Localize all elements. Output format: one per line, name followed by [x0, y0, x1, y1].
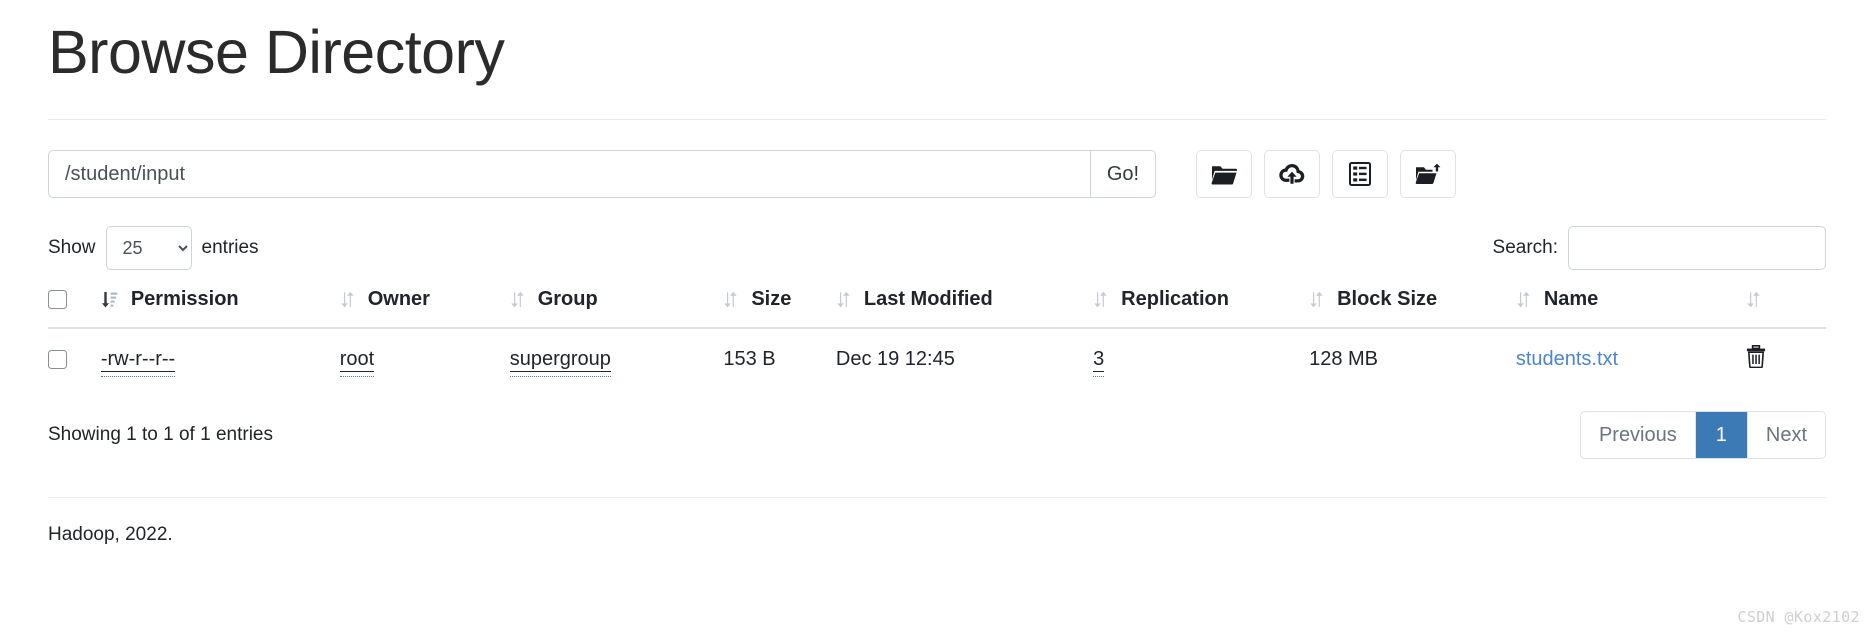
page-length-select[interactable]: 25 [105, 226, 192, 270]
sort-amount-down-icon [101, 292, 118, 308]
file-link[interactable]: students.txt [1516, 348, 1618, 370]
watermark: CSDN @Kox2102 [1737, 608, 1860, 626]
permission-value[interactable]: -rw-r--r-- [100, 348, 176, 372]
page-length-control: Show 25 entries [48, 226, 259, 270]
table-footer: Showing 1 to 1 of 1 entries Previous 1 N… [48, 411, 1826, 459]
open-folder-button[interactable] [1196, 150, 1252, 198]
cell-last-modified: Dec 19 12:45 [835, 348, 955, 370]
th-label-last-modified: Last Modified [863, 288, 993, 310]
th-permission[interactable]: Permission [100, 288, 340, 329]
select-all-checkbox[interactable] [48, 290, 67, 310]
group-value[interactable]: supergroup [509, 348, 611, 372]
entries-label: entries [201, 237, 259, 258]
row-checkbox[interactable] [48, 350, 67, 370]
upload-button[interactable] [1264, 150, 1320, 198]
go-button[interactable]: Go! [1090, 150, 1156, 198]
sort-icon [510, 291, 524, 308]
toolbar [1196, 150, 1456, 198]
header-divider [48, 119, 1826, 120]
cell-permission: -rw-r--r-- [100, 328, 340, 393]
show-label: Show [48, 237, 96, 258]
sort-icon [340, 291, 354, 308]
pagination-page-1[interactable]: 1 [1695, 412, 1748, 458]
sort-icon [1310, 291, 1323, 308]
th-actions[interactable] [1745, 288, 1826, 329]
th-label-replication: Replication [1121, 288, 1229, 310]
search-label: Search: [1492, 237, 1558, 258]
page-title: Browse Directory [48, 18, 505, 86]
table-row: -rw-r--r-- root supergroup 153 B Dec 19 … [48, 328, 1826, 393]
th-label-name: Name [1543, 288, 1599, 310]
sort-icon [724, 291, 738, 308]
path-input-group: Go! [48, 150, 1156, 198]
pagination: Previous 1 Next [1579, 411, 1826, 459]
cell-select [48, 328, 101, 393]
browse-directory-page: Browse Directory Go! [0, 0, 1874, 632]
cell-name: students.txt [1516, 328, 1746, 393]
new-folder-icon [1415, 163, 1441, 186]
th-group[interactable]: Group [509, 288, 724, 329]
th-label-group: Group [537, 288, 598, 310]
cloud-upload-icon [1279, 162, 1305, 186]
path-bar: Go! [48, 150, 1826, 198]
th-name[interactable]: Name [1515, 288, 1746, 329]
replication-value[interactable]: 3 [1093, 348, 1105, 372]
cell-replication: 3 [1093, 328, 1309, 393]
pagination-next[interactable]: Next [1747, 412, 1825, 458]
open-folder-icon [1211, 163, 1237, 185]
th-label-size: Size [751, 288, 792, 310]
cell-group: supergroup [509, 328, 724, 393]
directory-table: Permission Owner Group Size Last Modifie… [48, 288, 1826, 393]
th-label-block-size: Block Size [1337, 288, 1438, 310]
trash-icon [1746, 345, 1766, 371]
table-body: -rw-r--r-- root supergroup 153 B Dec 19 … [48, 328, 1826, 393]
owner-value[interactable]: root [339, 348, 375, 372]
sort-icon [1517, 291, 1530, 308]
table-head: Permission Owner Group Size Last Modifie… [48, 288, 1826, 329]
th-size[interactable]: Size [723, 288, 836, 329]
th-label-owner: Owner [367, 288, 430, 310]
table-header-row: Permission Owner Group Size Last Modifie… [48, 288, 1826, 329]
th-select [48, 288, 101, 329]
footer-text: Hadoop, 2022. [48, 524, 173, 545]
table-controls: Show 25 entries Search: [48, 226, 1826, 270]
cell-owner: root [339, 328, 510, 393]
snapshot-button[interactable] [1332, 150, 1388, 198]
th-label-permission: Permission [130, 288, 239, 310]
th-replication[interactable]: Replication [1093, 288, 1310, 329]
cell-size: 153 B [723, 348, 776, 370]
snapshot-list-icon [1349, 162, 1371, 186]
pagination-previous[interactable]: Previous [1580, 412, 1696, 458]
search-control: Search: [1493, 226, 1826, 270]
new-folder-button[interactable] [1400, 150, 1456, 198]
delete-row-button[interactable] [1746, 345, 1766, 371]
th-owner[interactable]: Owner [339, 288, 510, 329]
sort-icon [1094, 291, 1107, 308]
sort-icon [1746, 291, 1760, 308]
cell-block-size: 128 MB [1309, 348, 1379, 370]
footer-divider [48, 497, 1826, 498]
search-input[interactable] [1568, 226, 1826, 270]
cell-actions [1746, 328, 1826, 393]
th-block-size[interactable]: Block Size [1309, 288, 1516, 329]
th-last-modified[interactable]: Last Modified [835, 288, 1094, 329]
path-input[interactable] [48, 150, 1090, 198]
sort-icon [837, 291, 850, 308]
table-info: Showing 1 to 1 of 1 entries [48, 424, 273, 445]
